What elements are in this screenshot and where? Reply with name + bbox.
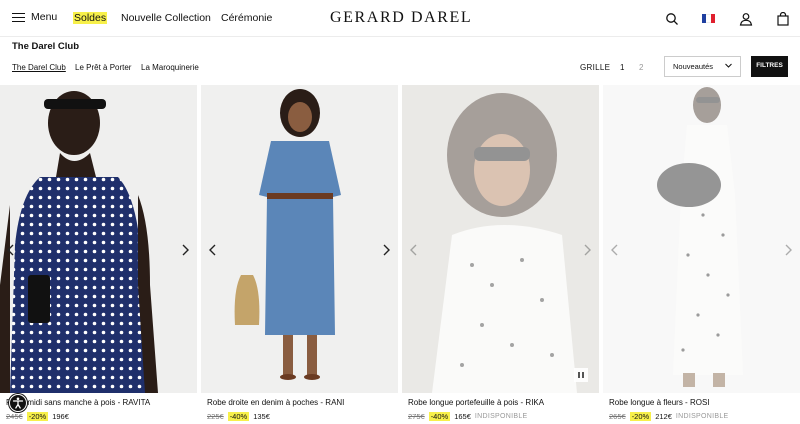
prev-image-arrow[interactable]: [409, 244, 419, 256]
product-card[interactable]: Robe longue portefeuille à pois - RIKA 2…: [402, 85, 599, 424]
availability-status: INDISPONIBLE: [675, 413, 729, 420]
next-image-arrow[interactable]: [783, 244, 793, 256]
product-card[interactable]: Robe midi sans manche à pois - RAVITA 24…: [0, 85, 197, 424]
flag-fr-icon[interactable]: [702, 14, 715, 23]
sale-price: 165€: [454, 412, 471, 421]
chevron-down-icon: [724, 61, 733, 70]
old-price: 245€: [6, 412, 23, 421]
prev-image-arrow[interactable]: [610, 244, 620, 256]
old-price: 265€: [609, 412, 626, 421]
brand-logo[interactable]: GERARD DAREL: [330, 9, 472, 27]
user-icon[interactable]: [739, 12, 753, 26]
product-image[interactable]: [0, 85, 197, 393]
product-image[interactable]: [603, 85, 800, 393]
old-price: 275€: [408, 412, 425, 421]
page-title: The Darel Club: [12, 41, 80, 52]
tab-darel-club[interactable]: The Darel Club: [12, 63, 66, 72]
discount-badge: -40%: [428, 412, 451, 421]
sort-dropdown[interactable]: Nouveautés: [664, 56, 741, 77]
tab-pret-a-porter[interactable]: Le Prêt à Porter: [75, 63, 131, 72]
grid-option-2[interactable]: 2: [639, 63, 643, 72]
menu-button[interactable]: Menu: [12, 11, 57, 23]
grid-option-1[interactable]: 1: [620, 63, 624, 72]
next-image-arrow[interactable]: [180, 244, 190, 256]
availability-status: INDISPONIBLE: [474, 413, 528, 420]
pause-video-icon[interactable]: [574, 368, 588, 382]
unavailable-overlay: [603, 85, 800, 393]
product-card[interactable]: Robe longue à fleurs - ROSI 265€ -20% 21…: [603, 85, 800, 424]
nav-nouvelle-collection[interactable]: Nouvelle Collection: [121, 12, 211, 24]
bag-icon[interactable]: [776, 12, 790, 26]
sort-value: Nouveautés: [673, 62, 714, 71]
sale-price: 196€: [52, 412, 69, 421]
discount-badge: -20%: [629, 412, 652, 421]
product-card[interactable]: Robe droite en denim à poches - RANI 225…: [201, 85, 398, 424]
top-header: Menu Soldes Nouvelle Collection Cérémoni…: [0, 0, 800, 37]
sale-price: 135€: [253, 412, 270, 421]
old-price: 225€: [207, 412, 224, 421]
prev-image-arrow[interactable]: [208, 244, 218, 256]
sale-price: 212€: [655, 412, 672, 421]
product-prices: 225€ -40% 135€: [207, 412, 270, 421]
product-name[interactable]: Robe longue à fleurs - ROSI: [609, 398, 710, 407]
product-image[interactable]: [402, 85, 599, 393]
nav-ceremonie[interactable]: Cérémonie: [221, 12, 272, 24]
discount-badge: -20%: [26, 412, 49, 421]
product-prices: 245€ -20% 196€: [6, 412, 69, 421]
product-prices: 265€ -20% 212€ INDISPONIBLE: [609, 412, 729, 421]
prev-image-arrow[interactable]: [6, 244, 16, 256]
accessibility-icon[interactable]: [8, 393, 28, 413]
unavailable-overlay: [402, 85, 599, 393]
product-image[interactable]: [201, 85, 398, 393]
product-name[interactable]: Robe longue portefeuille à pois - RIKA: [408, 398, 544, 407]
product-prices: 275€ -40% 165€ INDISPONIBLE: [408, 412, 528, 421]
product-name[interactable]: Robe droite en denim à poches - RANI: [207, 398, 344, 407]
filters-button[interactable]: FILTRES: [751, 56, 788, 77]
discount-badge: -40%: [227, 412, 250, 421]
nav-soldes[interactable]: Soldes: [73, 12, 108, 24]
menu-label: Menu: [31, 11, 58, 23]
search-icon[interactable]: [665, 12, 679, 26]
tab-maroquinerie[interactable]: La Maroquinerie: [141, 63, 199, 72]
grid-label: GRILLE: [580, 63, 611, 72]
next-image-arrow[interactable]: [381, 244, 391, 256]
hamburger-icon: [12, 12, 25, 22]
next-image-arrow[interactable]: [582, 244, 592, 256]
